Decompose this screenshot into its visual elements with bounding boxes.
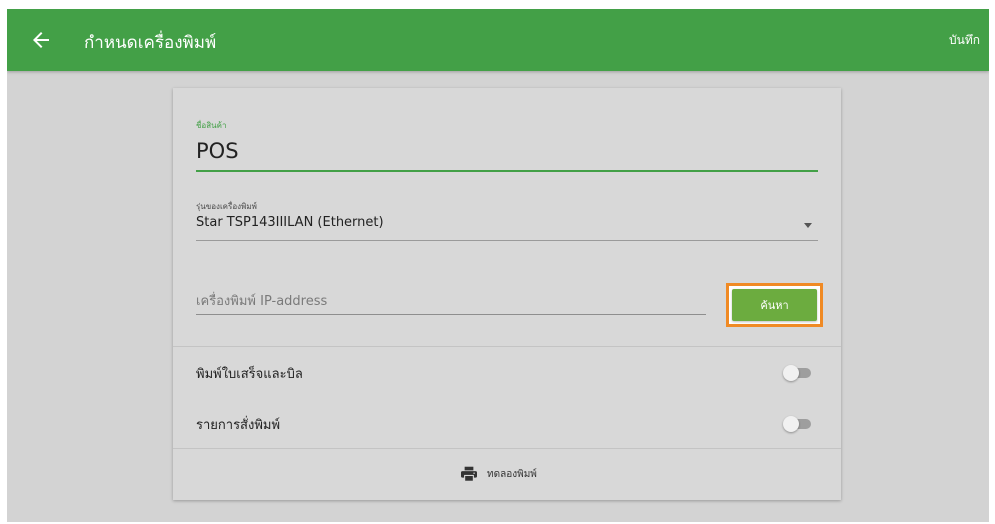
printer-model-underline [196, 240, 818, 241]
test-print-button[interactable]: ทดลองพิมพ์ [173, 448, 841, 500]
toggle-knob [783, 365, 799, 381]
printer-settings-card: ชื่อสินค้า POS รุ่นของเครื่องพิมพ์ Star … [173, 88, 841, 500]
print-order-label: รายการสั่งพิมพ์ [196, 418, 281, 433]
printer-model-label: รุ่นของเครื่องพิมพ์ [196, 202, 257, 211]
print-receipt-label: พิมพ์ใบเสร็จและบิล [196, 367, 303, 382]
search-button[interactable]: ค้นหา [732, 289, 817, 321]
print-order-toggle[interactable] [783, 416, 811, 432]
test-print-label: ทดลองพิมพ์ [487, 469, 537, 480]
app-bar: กำหนดเครื่องพิมพ์ บันทึก [7, 9, 989, 71]
toggle-row-print-receipt: พิมพ์ใบเสร็จและบิล [173, 347, 841, 399]
print-receipt-toggle[interactable] [783, 365, 811, 381]
product-name-label: ชื่อสินค้า [196, 121, 227, 130]
page-title: กำหนดเครื่องพิมพ์ [84, 33, 217, 53]
printer-icon [461, 466, 477, 482]
printer-model-value: Star TSP143IIILAN (Ethernet) [196, 215, 384, 230]
arrow-left-icon[interactable] [29, 28, 53, 52]
printer-model-select[interactable]: Star TSP143IIILAN (Ethernet) [196, 213, 818, 241]
caret-down-icon [804, 223, 812, 228]
app-frame: กำหนดเครื่องพิมพ์ บันทึก ชื่อสินค้า POS … [7, 9, 989, 522]
toggle-row-print-order: รายการสั่งพิมพ์ [173, 398, 841, 450]
ip-address-input[interactable] [196, 288, 706, 315]
save-button[interactable]: บันทึก [949, 31, 980, 50]
toggle-knob [783, 416, 799, 432]
product-name-field[interactable]: POS [196, 139, 239, 163]
product-name-underline [196, 170, 818, 172]
